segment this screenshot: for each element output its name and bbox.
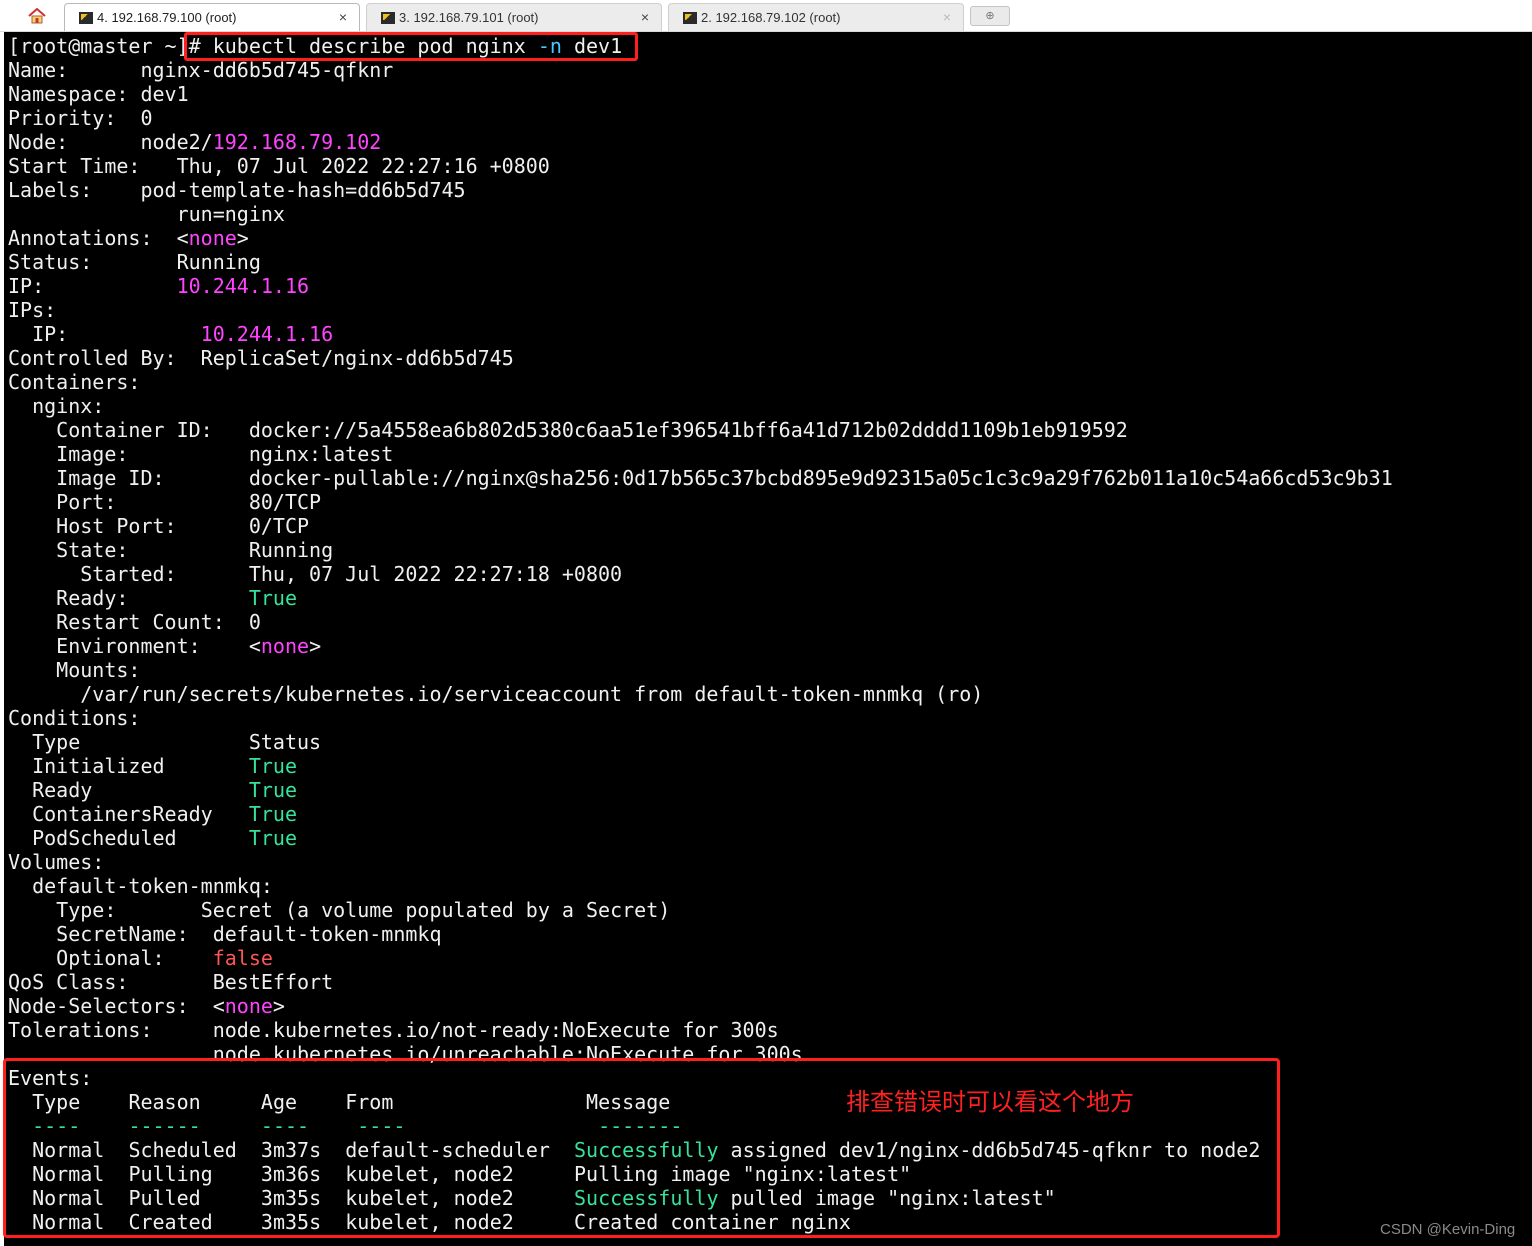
- section-heading: Conditions:: [8, 706, 141, 730]
- watermark: CSDN @Kevin-Ding: [1380, 1221, 1516, 1238]
- tab-label: 4. 192.168.79.100 (root): [97, 10, 237, 25]
- container-host-port: 0/TCP: [248, 514, 310, 538]
- events-highlight-box: [3, 1058, 1280, 1238]
- field-label: Container ID:: [56, 418, 213, 442]
- tab-label: 3. 192.168.79.101 (root): [399, 10, 539, 25]
- container-image-id: docker-pullable://nginx@sha256:0d17b565c…: [248, 466, 1393, 490]
- field-label: Labels:: [8, 178, 93, 202]
- field-label: Restart Count:: [56, 610, 225, 634]
- pod-label: run=nginx: [176, 202, 285, 226]
- tab-bar: 4. 192.168.79.100 (root) × 3. 192.168.79…: [0, 0, 1532, 32]
- pod-node-ip: 192.168.79.102: [212, 130, 382, 154]
- field-label: Host Port:: [56, 514, 177, 538]
- pod-label: pod-template-hash=dd6b5d745: [140, 178, 466, 202]
- pod-name: nginx-dd6b5d745-qfknr: [140, 58, 394, 82]
- pod-ip: 10.244.1.16: [176, 274, 310, 298]
- close-icon[interactable]: ×: [339, 9, 347, 25]
- pod-controlled-by: ReplicaSet/nginx-dd6b5d745: [200, 346, 514, 370]
- field-label: Priority:: [8, 106, 117, 130]
- terminal-icon: [381, 11, 395, 24]
- tab-session-3[interactable]: 3. 192.168.79.101 (root) ×: [366, 3, 662, 31]
- field-label: Namespace:: [8, 82, 129, 106]
- condition-row: ContainersReady True: [32, 802, 298, 826]
- field-label: IPs:: [8, 298, 57, 322]
- tab-session-4[interactable]: 4. 192.168.79.100 (root) ×: [64, 3, 360, 31]
- field-label: Image ID:: [56, 466, 165, 490]
- conditions-type-header: Type: [32, 730, 81, 754]
- field-label: Started:: [80, 562, 177, 586]
- field-label: Node:: [8, 130, 69, 154]
- field-label: Mounts:: [56, 658, 141, 682]
- section-heading: Volumes:: [8, 850, 105, 874]
- qos-class: BestEffort: [212, 970, 334, 994]
- field-label: IP:: [8, 274, 45, 298]
- field-label: IP:: [32, 322, 69, 346]
- field-label: SecretName:: [56, 922, 189, 946]
- terminal-icon: [79, 11, 93, 24]
- container-mount: /var/run/secrets/kubernetes.io/serviceac…: [80, 682, 984, 706]
- condition-row: PodScheduled True: [32, 826, 298, 850]
- volume-secret-name: default-token-mnmkq: [212, 922, 442, 946]
- close-icon[interactable]: ×: [641, 9, 649, 25]
- home-icon[interactable]: [24, 5, 50, 27]
- tab-label: 2. 192.168.79.102 (root): [701, 10, 841, 25]
- volume-name: default-token-mnmkq:: [32, 874, 273, 898]
- field-label: QoS Class:: [8, 970, 129, 994]
- field-label: Environment:: [56, 634, 201, 658]
- command-highlight-box: [184, 32, 638, 61]
- field-label: State:: [56, 538, 129, 562]
- conditions-status-header: Status: [248, 730, 322, 754]
- new-tab-button[interactable]: ⊕: [970, 6, 1010, 26]
- annotation-note: 排查错误时可以看这个地方: [846, 1088, 1134, 1116]
- container-state: Running: [248, 538, 334, 562]
- terminal-output[interactable]: [root@master ~]# kubectl describe pod ng…: [3, 32, 1532, 1246]
- pod-status: Running: [176, 250, 261, 274]
- field-label: Name:: [8, 58, 69, 82]
- container-ready: True: [248, 586, 298, 610]
- field-label: Image:: [56, 442, 129, 466]
- container-name: nginx:: [32, 394, 105, 418]
- pod-namespace: dev1: [140, 82, 189, 106]
- field-label: Status:: [8, 250, 93, 274]
- volume-type: Secret (a volume populated by a Secret): [200, 898, 671, 922]
- volume-optional: false: [212, 946, 273, 970]
- field-label: Start Time:: [8, 154, 141, 178]
- container-restart-count: 0: [248, 610, 261, 634]
- container-image: nginx:latest: [248, 442, 394, 466]
- close-icon[interactable]: ×: [943, 9, 951, 25]
- field-label: Node-Selectors:: [8, 994, 189, 1018]
- container-environment: none: [260, 634, 310, 658]
- section-heading: Containers:: [8, 370, 141, 394]
- tab-session-2[interactable]: 2. 192.168.79.102 (root) ×: [668, 3, 964, 31]
- condition-row: Ready True: [32, 778, 298, 802]
- field-label: Tolerations:: [8, 1018, 153, 1042]
- field-label: Optional:: [56, 946, 165, 970]
- container-id: docker://5a4558ea6b802d5380c6aa51ef39654…: [248, 418, 1128, 442]
- container-started: Thu, 07 Jul 2022 22:27:18 +0800: [248, 562, 623, 586]
- field-label: Type:: [56, 898, 117, 922]
- terminal-icon: [683, 11, 697, 24]
- pod-start-time: Thu, 07 Jul 2022 22:27:16 +0800: [176, 154, 550, 178]
- pod-node: node2/: [140, 130, 213, 154]
- pod-ips-ip: 10.244.1.16: [200, 322, 334, 346]
- prompt: [root@master ~]: [8, 34, 189, 58]
- pod-priority: 0: [140, 106, 153, 130]
- field-label: Ready:: [56, 586, 129, 610]
- field-label: Annotations:: [8, 226, 153, 250]
- pod-annotations: none: [188, 226, 237, 250]
- field-label: Controlled By:: [8, 346, 177, 370]
- field-label: Port:: [56, 490, 117, 514]
- container-port: 80/TCP: [248, 490, 322, 514]
- condition-row: Initialized True: [32, 754, 298, 778]
- toleration: node.kubernetes.io/not-ready:NoExecute f…: [212, 1018, 779, 1042]
- node-selectors: none: [224, 994, 273, 1018]
